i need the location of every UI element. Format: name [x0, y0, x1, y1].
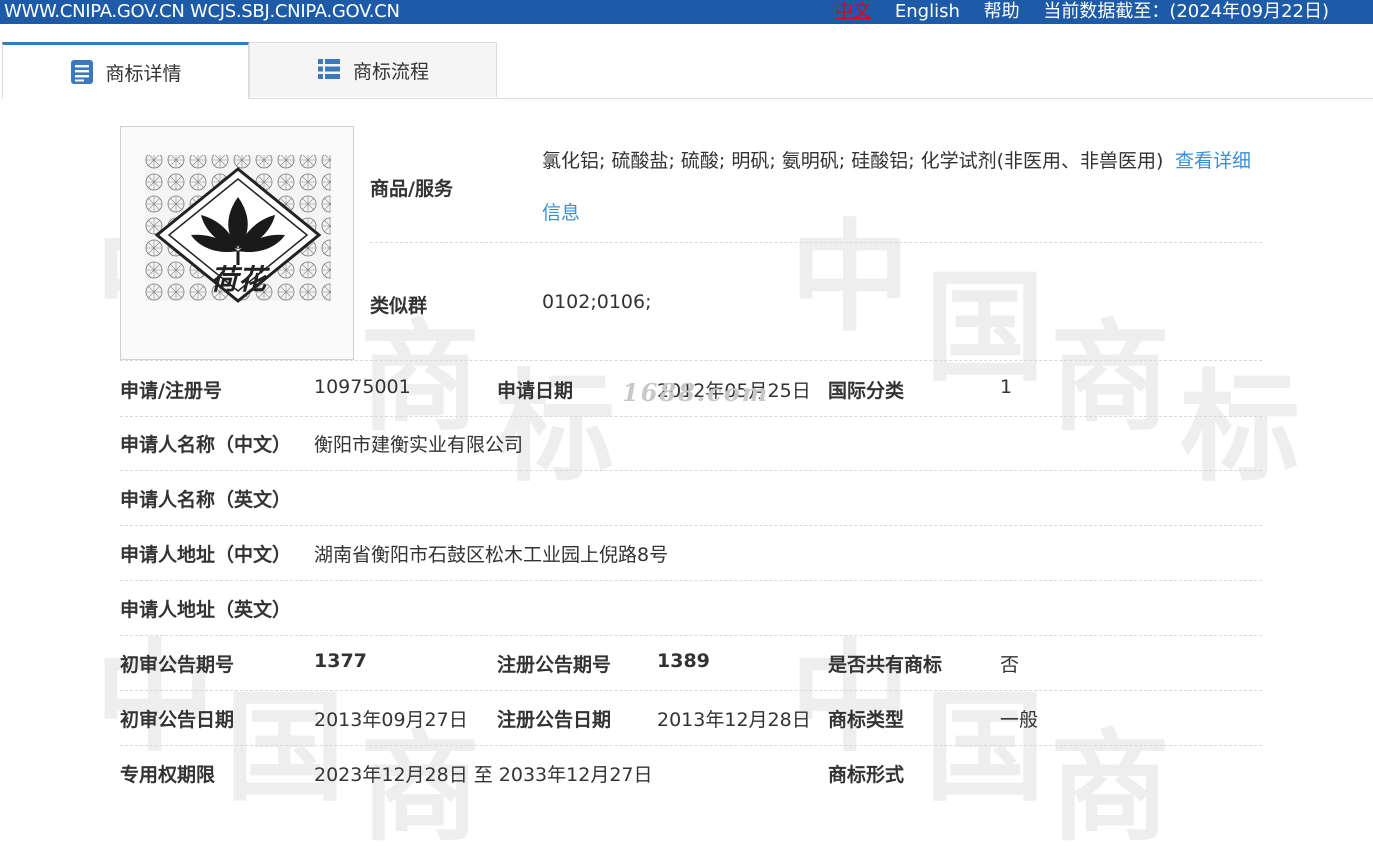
application-date-label: 申请日期 [497, 380, 574, 402]
help-link[interactable]: 帮助 [984, 1, 1020, 22]
trademark-type-label: 商标类型 [828, 709, 905, 731]
table-row: 初审公告日期 2013年09月27日 注册公告日期 2013年12月28日 商标… [120, 690, 1262, 746]
registration-announcement-date-label: 注册公告日期 [497, 709, 612, 731]
applicant-name-en-label: 申请人名称（英文） [120, 489, 292, 511]
lotus-icon: 荷花 [145, 155, 331, 303]
table-row: 申请人地址（英文） [120, 580, 1262, 636]
registration-announcement-no-value: 1389 [657, 650, 710, 672]
registration-announcement-date-value: 2013年12月28日 [657, 709, 811, 731]
top-bar-links: 中文 English 帮助 当前数据截至：(2024年09月22日) [817, 0, 1329, 24]
similar-group-label: 类似群 [370, 295, 428, 317]
tab-trademark-flow-label: 商标流程 [352, 60, 429, 83]
trademark-text: 荷花 [210, 263, 271, 296]
tab-trademark-detail-label: 商标详情 [105, 62, 182, 85]
tab-trademark-flow[interactable]: 商标流程 [249, 42, 497, 97]
list-icon [317, 57, 343, 83]
view-details-link[interactable]: 查看详细 [1175, 146, 1251, 173]
prelim-announcement-date-value: 2013年09月27日 [314, 709, 468, 731]
similar-group-value: 0102;0106; [542, 291, 652, 313]
prelim-announcement-no-label: 初审公告期号 [120, 654, 235, 676]
data-as-of-text: 当前数据截至：(2024年09月22日) [1043, 1, 1329, 22]
prelim-announcement-no-value: 1377 [314, 650, 367, 672]
trademark-type-value: 一般 [1000, 709, 1039, 731]
watermark-1688: 1688.com [622, 378, 770, 407]
language-chinese-link[interactable]: 中文 [835, 1, 871, 22]
shared-trademark-label: 是否共有商标 [828, 654, 943, 676]
shared-trademark-value: 否 [1000, 654, 1020, 676]
table-row: 申请人地址（中文） 湖南省衡阳市石鼓区松木工业园上倪路8号 [120, 525, 1262, 581]
international-class-value: 1 [1000, 376, 1013, 398]
goods-services-row: 商品/服务 氯化铝; 硫酸盐; 硫酸; 明矾; 氨明矾; 硅酸铝; 化学试剂(非… [370, 126, 1262, 243]
registration-number-label: 申请/注册号 [120, 380, 222, 402]
tab-bar: 商标详情 商标流程 [2, 42, 1373, 99]
table-row: 初审公告期号 1377 注册公告期号 1389 是否共有商标 否 [120, 635, 1262, 691]
applicant-address-cn-value: 湖南省衡阳市石鼓区松木工业园上倪路8号 [314, 544, 669, 566]
tab-trademark-detail[interactable]: 商标详情 [2, 42, 249, 99]
international-class-label: 国际分类 [828, 380, 905, 402]
prelim-announcement-date-label: 初审公告日期 [120, 709, 235, 731]
goods-services-label: 商品/服务 [370, 178, 453, 200]
view-details-link-continued[interactable]: 信息 [542, 198, 580, 225]
language-english-link[interactable]: English [895, 1, 960, 22]
table-row: 专用权期限 2023年12月28日 至 2033年12月27日 商标形式 [120, 745, 1262, 800]
registration-announcement-no-label: 注册公告期号 [497, 654, 612, 676]
table-row: 申请人名称（英文） [120, 470, 1262, 526]
site-domains: WWW.CNIPA.GOV.CN WCJS.SBJ.CNIPA.GOV.CN [4, 1, 400, 22]
trademark-detail-panel: 荷花 商品/服务 氯化铝; 硫酸盐; 硫酸; 明矾; 氨明矾; 硅酸铝; 化学试… [0, 98, 1373, 786]
trademark-image: 荷花 [120, 126, 354, 360]
registration-number-value: 10975001 [314, 376, 411, 398]
similar-group-row: 类似群 0102;0106; [370, 243, 1262, 359]
document-list-icon [69, 59, 95, 85]
top-bar: WWW.CNIPA.GOV.CN WCJS.SBJ.CNIPA.GOV.CN 中… [0, 0, 1373, 24]
applicant-name-cn-label: 申请人名称（中文） [120, 434, 292, 456]
table-row: 申请人名称（中文） 衡阳市建衡实业有限公司 [120, 415, 1262, 471]
applicant-address-en-label: 申请人地址（英文） [120, 599, 292, 621]
applicant-name-cn-value: 衡阳市建衡实业有限公司 [314, 434, 524, 456]
goods-services-value: 氯化铝; 硫酸盐; 硫酸; 明矾; 氨明矾; 硅酸铝; 化学试剂(非医用、非兽医… [542, 150, 1164, 172]
applicant-address-cn-label: 申请人地址（中文） [120, 544, 292, 566]
